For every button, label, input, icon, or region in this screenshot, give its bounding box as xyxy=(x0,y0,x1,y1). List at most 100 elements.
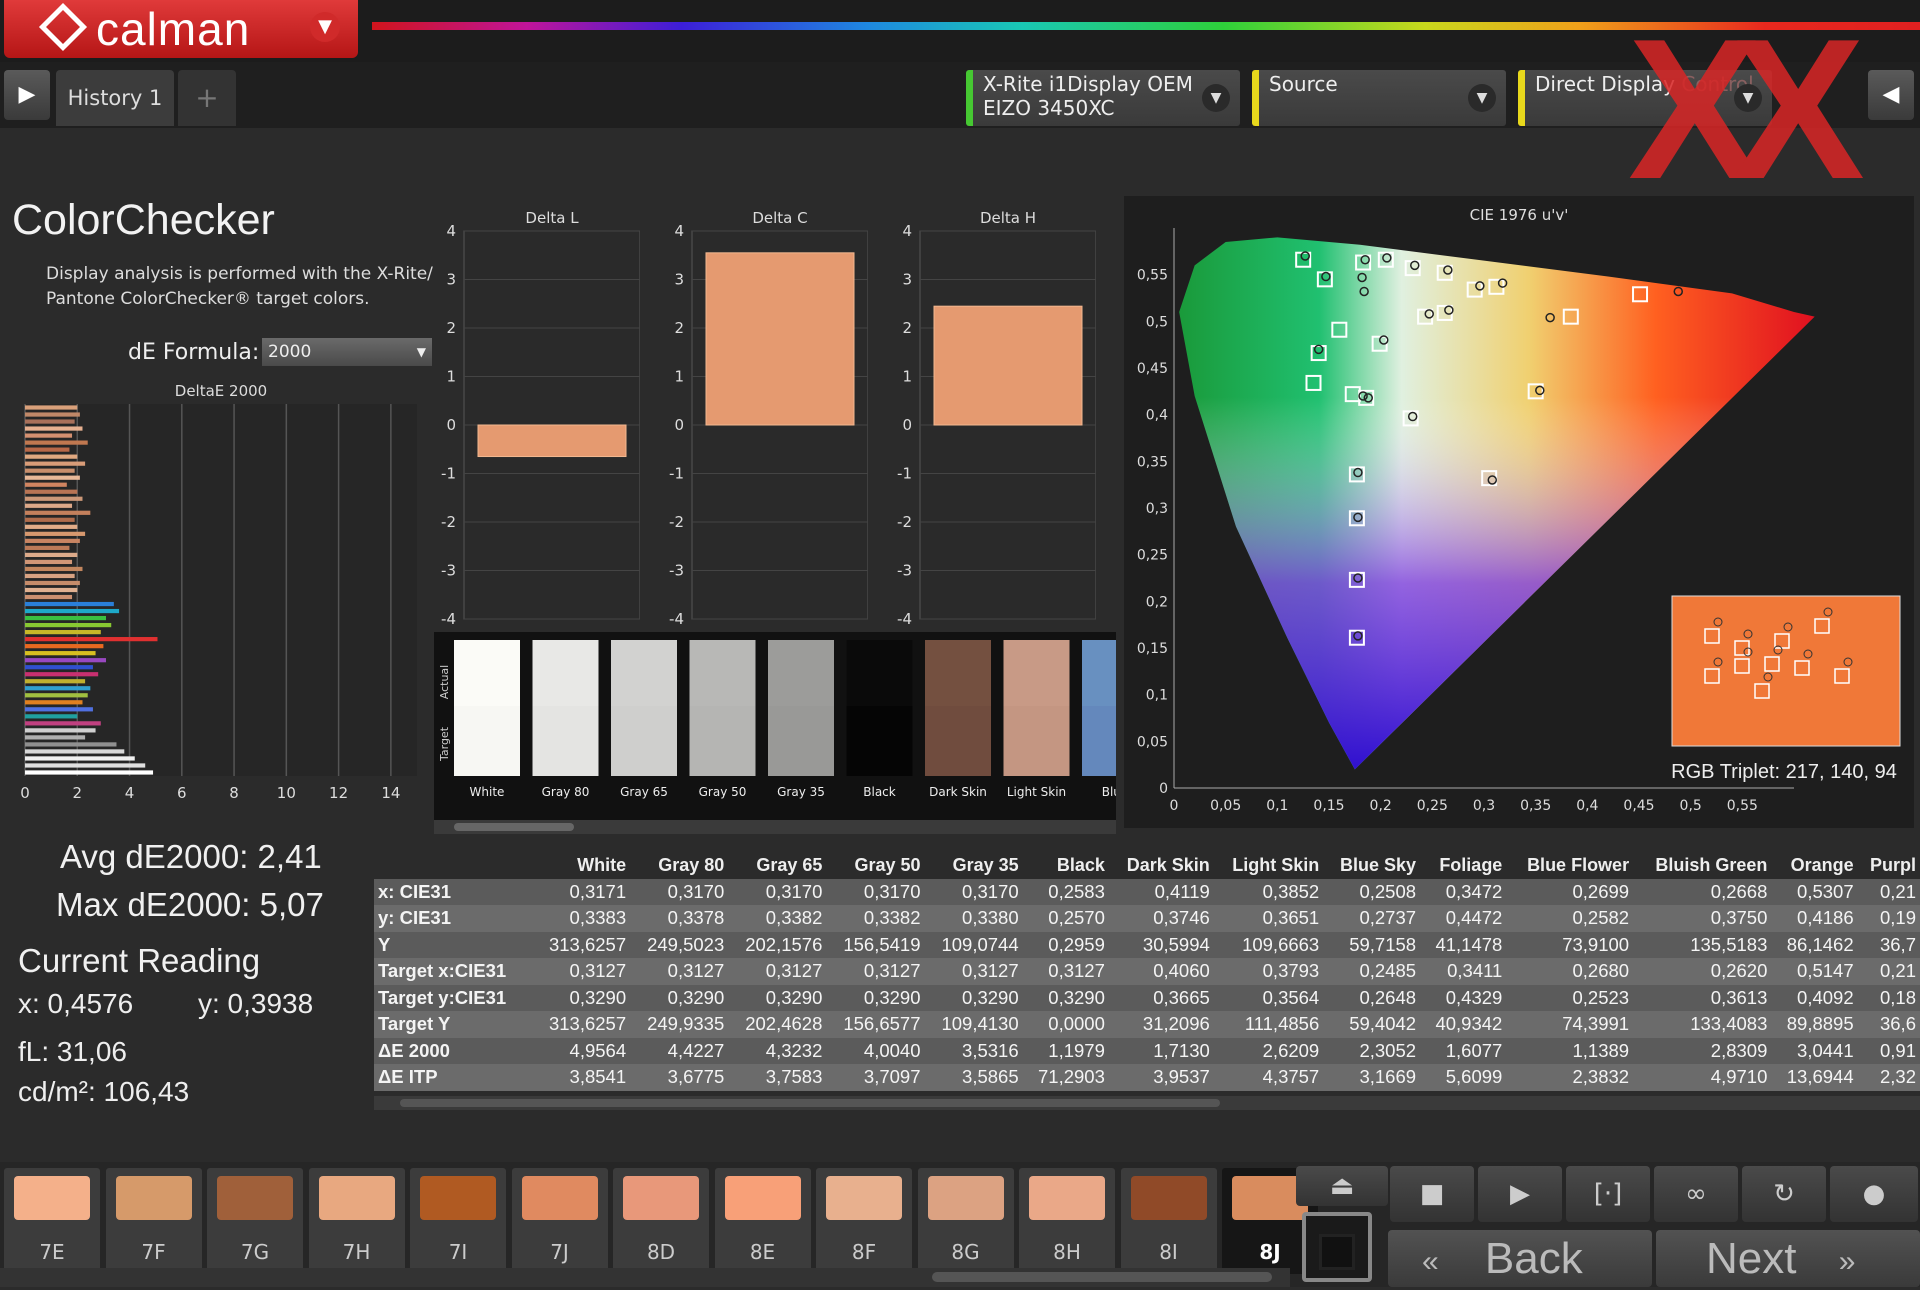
y-tick-label: -3 xyxy=(669,562,684,580)
panel-collapse-button[interactable]: ◀ xyxy=(1868,70,1914,120)
table-cell: 0,3290 xyxy=(532,984,631,1011)
delta-e-bar xyxy=(25,503,73,508)
y-tick-label: 2 xyxy=(674,319,684,337)
table-cell: 0,2570 xyxy=(1022,905,1109,932)
next-button[interactable]: Next » xyxy=(1656,1230,1920,1287)
patch-actual xyxy=(1082,640,1148,706)
panel-expand-button[interactable]: ▶ xyxy=(4,70,50,120)
chart-title: Delta L xyxy=(525,209,579,227)
table-cell: 0,19 xyxy=(1857,905,1920,932)
table-cell: 313,6257 xyxy=(532,1011,631,1038)
table-cell: 3,7583 xyxy=(728,1064,827,1091)
table-cell: 202,4628 xyxy=(728,1011,827,1038)
delta-e-bar xyxy=(25,693,88,698)
tab-history[interactable]: History 1 xyxy=(56,70,174,126)
formula-dropdown[interactable]: 2000 ▼ xyxy=(262,338,432,366)
y-tick-label: 0 xyxy=(674,416,684,434)
table-cell: 4,9564 xyxy=(532,1037,631,1064)
delta-e-bar xyxy=(25,566,83,572)
delta-e-bar xyxy=(25,454,78,459)
source-select[interactable]: Source ▼ xyxy=(1252,70,1506,126)
swatch-8h[interactable]: 8H xyxy=(1019,1168,1115,1274)
swatch-7g[interactable]: 7G xyxy=(207,1168,303,1274)
table-cell: 0,3665 xyxy=(1108,984,1214,1011)
table-cell: 0,3382 xyxy=(826,905,925,932)
swatch-7e[interactable]: 7E xyxy=(4,1168,100,1274)
continuous-button[interactable]: ∞ xyxy=(1654,1166,1738,1222)
swatch-chip xyxy=(1029,1176,1105,1220)
patch-target xyxy=(532,706,599,776)
table-cell: 0,3127 xyxy=(826,958,925,985)
table-cell: 0,3127 xyxy=(630,958,729,985)
swatch-8d[interactable]: 8D xyxy=(613,1168,709,1274)
table-cell: 313,6257 xyxy=(532,931,631,958)
row-header: Target y:CIE31 xyxy=(374,984,532,1011)
column-header: Black xyxy=(1056,854,1105,875)
chevron-down-icon[interactable]: ▼ xyxy=(310,12,340,42)
meter-select[interactable]: X-Rite i1Display OEM EIZO 3450XC ▼ xyxy=(966,70,1240,126)
delta-e-bar xyxy=(25,749,125,754)
table-cell: 2,3052 xyxy=(1323,1037,1421,1064)
swatch-7h[interactable]: 7H xyxy=(308,1168,405,1274)
swatch-8e[interactable]: 8E xyxy=(714,1168,811,1274)
column-header: Purpl xyxy=(1869,854,1916,875)
delta-e-bar xyxy=(25,651,96,656)
table-scrollbar[interactable] xyxy=(374,1096,1920,1110)
stop-icon xyxy=(1319,1233,1355,1270)
delta-e-bar xyxy=(25,517,75,522)
delta-bar xyxy=(477,424,627,458)
delta-e-bar xyxy=(25,433,73,438)
y-tick-label: 0,3 xyxy=(1146,501,1168,517)
refresh-icon: ↻ xyxy=(1773,1179,1795,1209)
refresh-button[interactable]: ↻ xyxy=(1742,1166,1826,1222)
scroll-thumb[interactable] xyxy=(400,1099,1220,1107)
delta-e-bar xyxy=(25,475,80,480)
table-cell: 0,2583 xyxy=(1022,878,1109,905)
delta-e-bar xyxy=(25,637,158,642)
patch-actual xyxy=(925,640,991,706)
swatch-8i[interactable]: 8I xyxy=(1120,1168,1217,1274)
swatch-scrollbar[interactable] xyxy=(0,1268,1290,1287)
table-cell: 111,4856 xyxy=(1213,1011,1324,1038)
stop-measure-button[interactable]: ■ xyxy=(1390,1166,1474,1222)
scroll-thumb[interactable] xyxy=(932,1272,1272,1282)
circle-icon: ● xyxy=(1862,1179,1886,1209)
table-cell: 0,2737 xyxy=(1323,905,1421,932)
delta-e-bar xyxy=(25,510,91,515)
options-button[interactable]: ● xyxy=(1830,1166,1918,1222)
delta-e-bar xyxy=(25,615,107,621)
eject-button[interactable]: ⏏ xyxy=(1296,1166,1388,1206)
swatch-7j[interactable]: 7J xyxy=(511,1168,608,1274)
patch-target xyxy=(689,706,756,776)
double-chevron-left-icon: « xyxy=(1422,1244,1439,1278)
play-button[interactable]: ▶ xyxy=(1478,1166,1562,1222)
table-cell: 133,4083 xyxy=(1633,1011,1772,1038)
swatch-7f[interactable]: 7F xyxy=(105,1168,202,1274)
y-tick-label: -4 xyxy=(441,610,456,628)
x-tick-label: 0 xyxy=(20,784,30,802)
add-tab-button[interactable]: + xyxy=(178,70,236,126)
table-cell: 5,6099 xyxy=(1420,1064,1507,1091)
patch-target xyxy=(925,706,991,776)
stop-button[interactable] xyxy=(1302,1212,1372,1282)
back-button[interactable]: « Back xyxy=(1388,1230,1652,1287)
y-tick-label: 1 xyxy=(902,368,912,386)
reading-x: x: 0,4576 xyxy=(18,988,134,1019)
swatch-8g[interactable]: 8G xyxy=(917,1168,1014,1274)
swatch-8f[interactable]: 8F xyxy=(816,1168,912,1274)
table-cell: 0,3852 xyxy=(1213,878,1324,905)
scroll-thumb[interactable] xyxy=(454,823,574,831)
swatch-chip xyxy=(14,1176,90,1220)
swatch-label: 7G xyxy=(240,1240,270,1264)
x-tick-label: 12 xyxy=(329,784,348,802)
formula-label: dE Formula: xyxy=(128,340,260,365)
y-tick-label: -1 xyxy=(669,465,684,483)
page-title: ColorChecker xyxy=(12,196,275,244)
y-tick-label: 4 xyxy=(674,222,684,240)
y-tick-label: 0,55 xyxy=(1137,268,1168,284)
swatch-7i[interactable]: 7I xyxy=(410,1168,506,1274)
measure-one-button[interactable]: [·] xyxy=(1566,1166,1650,1222)
brand-name: calman xyxy=(96,3,251,55)
table-header: White Gray 80 Gray 65 Gray 50 Gray 35 Black Da… xyxy=(374,852,1920,879)
patch-scrollbar[interactable] xyxy=(434,820,1116,834)
